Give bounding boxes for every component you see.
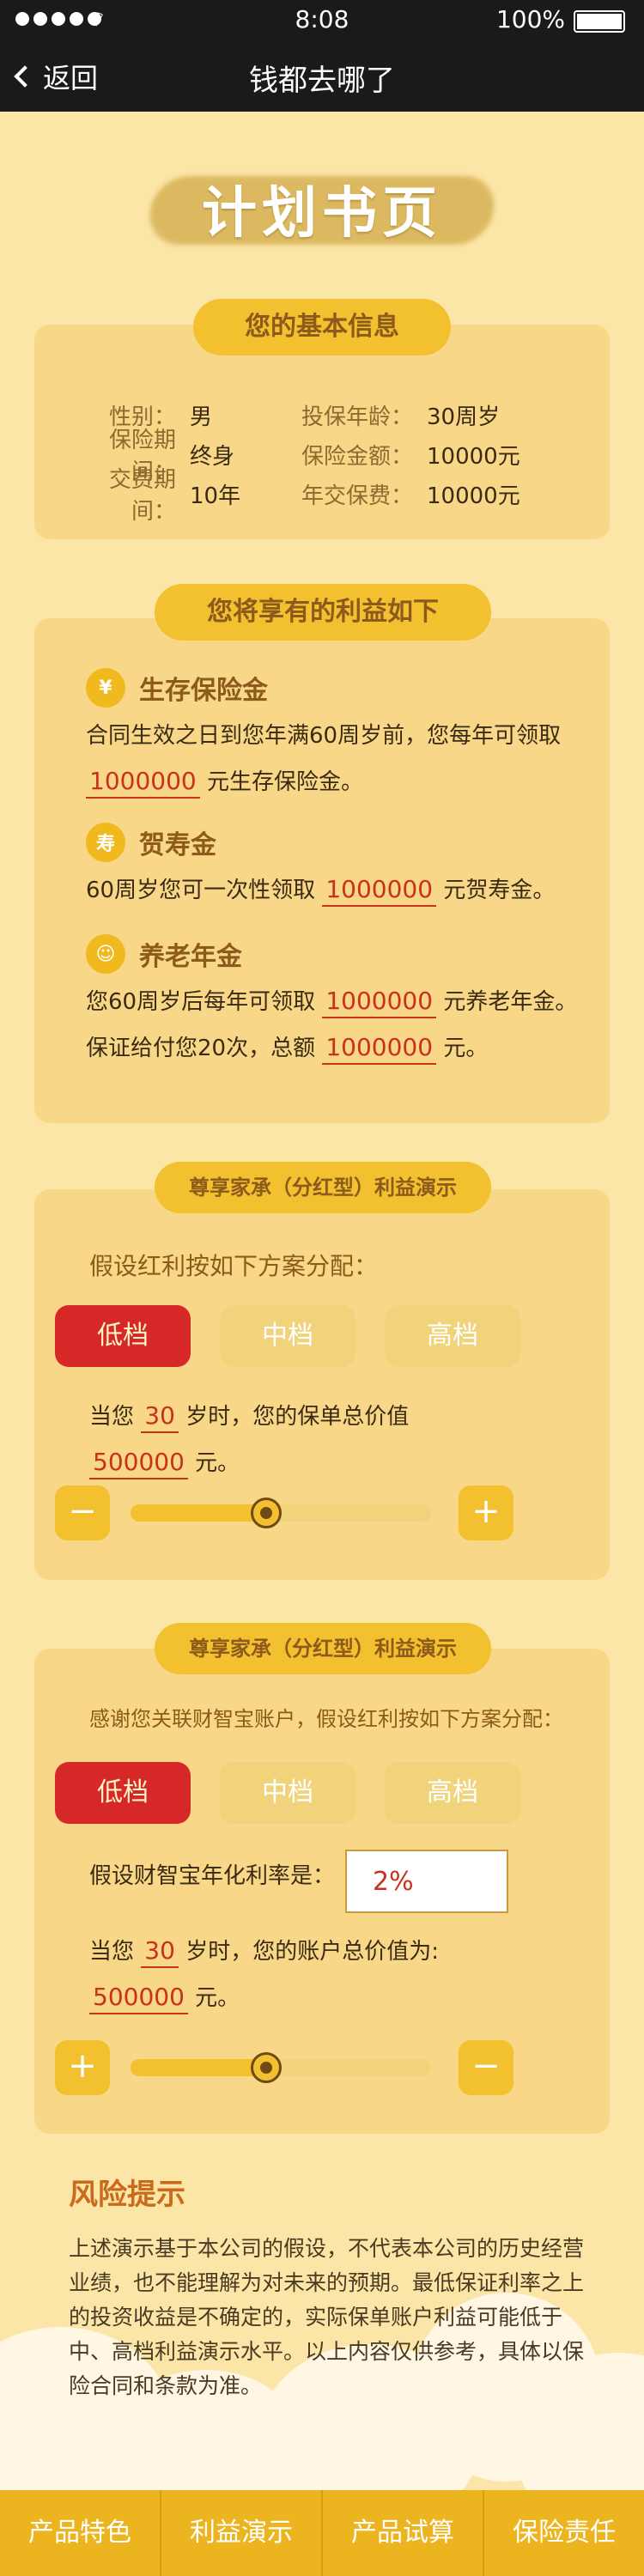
- battery-percent: 100%: [495, 5, 565, 33]
- pension-text-4: 元。: [443, 1036, 489, 1061]
- demo2-total-value: 500000: [89, 1982, 188, 2014]
- demo1-slider-track[interactable]: [131, 1498, 431, 1528]
- demo2-rate-input[interactable]: 2%: [345, 1850, 508, 1913]
- survival-benefit-title: 生存保险金: [139, 676, 268, 706]
- pension-benefit: ☺ 养老年金 您60周岁后每年可领取 1000000 元养老年金。 保证给付您2…: [86, 934, 577, 1072]
- survival-text-2: 元生存保险金。: [206, 769, 363, 795]
- tab-low[interactable]: 低档: [55, 1762, 191, 1824]
- pension-amount: 1000000: [322, 986, 437, 1018]
- demo2-text-b: 岁时，您的账户总价值为:: [185, 1939, 439, 1965]
- dividend-demo-card-1: 假设红利按如下方案分配： 低档 中档 高档 当您 30 岁时，您的保单总价值 5…: [34, 1189, 610, 1580]
- demo2-slider-fill: [131, 2059, 266, 2076]
- gender-value: 男: [190, 404, 213, 430]
- dividend-demo-card-2: 感谢您关联财智宝账户，假设红利按如下方案分配： 低档 中档 高档 假设财智宝年化…: [34, 1649, 610, 2134]
- tab-benefit-demo[interactable]: 利益演示: [161, 2490, 323, 2576]
- longevity-benefit: 寿 贺寿金 60周岁您可一次性领取 1000000 元贺寿金。: [86, 823, 555, 914]
- bottom-tab-bar: 产品特色 利益演示 产品试算 保险责任: [0, 2490, 644, 2576]
- demo2-unit: 元。: [195, 1985, 240, 2011]
- demo2-slider-track[interactable]: [131, 2052, 431, 2083]
- longevity-benefit-title: 贺寿金: [139, 830, 216, 860]
- demo1-plus-button[interactable]: +: [459, 1485, 513, 1540]
- term-value: 终身: [190, 443, 235, 470]
- demo2-slider-thumb[interactable]: [250, 2052, 282, 2083]
- pension-benefit-text: 您60周岁后每年可领取 1000000 元养老年金。 保证给付您20次，总额 1…: [86, 979, 577, 1072]
- longevity-text-1: 60周岁您可一次性领取: [86, 878, 316, 903]
- demo1-age-slider: − +: [55, 1485, 548, 1540]
- demo1-tier-tabs: 低档 中档 高档: [55, 1305, 520, 1367]
- tab-coverage[interactable]: 保险责任: [484, 2490, 644, 2576]
- demo2-rate-label: 假设财智宝年化利率是：: [89, 1863, 336, 1889]
- pension-text-2: 元养老年金。: [443, 989, 578, 1015]
- hero-banner: 计划书页: [142, 159, 502, 253]
- demo1-heading: 尊享家承（分红型）利益演示: [155, 1162, 491, 1213]
- nav-bar: 返回 钱都去哪了: [0, 41, 644, 112]
- demo1-total-value: 500000: [89, 1447, 188, 1479]
- survival-benefit-text: 合同生效之日到您年满60周岁前，您每年可领取 1000000 元生存保险金。: [86, 713, 567, 805]
- demo1-unit: 元。: [195, 1450, 240, 1476]
- tab-high[interactable]: 高档: [385, 1305, 520, 1367]
- risk-notice: 风险提示 上述演示基于本公司的假设，不代表本公司的历史经营业绩，也不能理解为对未…: [69, 2171, 584, 2403]
- sum-insured-value: 10000元: [427, 443, 520, 470]
- yen-shield-icon: ¥: [86, 668, 125, 708]
- age-label: 投保年龄：: [301, 404, 413, 430]
- demo1-text-a: 当您: [89, 1404, 135, 1430]
- benefits-heading: 您将享有的利益如下: [155, 584, 491, 641]
- demo1-prompt: 假设红利按如下方案分配：: [89, 1252, 379, 1280]
- piggy-bank-icon: ☺: [86, 934, 125, 974]
- demo2-text-a: 当您: [89, 1939, 135, 1965]
- basic-info-grid: 性别： 男 投保年龄： 30周岁 保险期间： 终身 保险金额： 10000元 交…: [69, 395, 584, 526]
- pension-total-amount: 1000000: [322, 1032, 437, 1065]
- basic-info-heading: 您的基本信息: [193, 299, 451, 355]
- longevity-amount: 1000000: [322, 874, 437, 907]
- demo1-slider-fill: [131, 1504, 266, 1522]
- demo1-minus-button[interactable]: −: [55, 1485, 110, 1540]
- pension-text-1: 您60周岁后每年可领取: [86, 989, 316, 1015]
- sum-insured-label: 保险金额：: [301, 443, 413, 470]
- age-value: 30周岁: [427, 404, 501, 430]
- demo2-prompt: 感谢您关联财智宝账户，假设红利按如下方案分配：: [89, 1707, 563, 1731]
- demo1-result-text: 当您 30 岁时，您的保单总价值 500000 元。: [89, 1394, 409, 1486]
- tab-product-calculator[interactable]: 产品试算: [323, 2490, 484, 2576]
- hero-title: 计划书页: [202, 181, 442, 246]
- demo1-text-b: 岁时，您的保单总价值: [185, 1404, 410, 1430]
- annual-premium-value: 10000元: [427, 483, 520, 509]
- demo2-age: 30: [141, 1935, 179, 1968]
- survival-text-1: 合同生效之日到您年满60周岁前，您每年可领取: [86, 723, 562, 749]
- longevity-text-2: 元贺寿金。: [443, 878, 556, 903]
- benefits-card: ¥ 生存保险金 合同生效之日到您年满60周岁前，您每年可领取 1000000 元…: [34, 618, 610, 1123]
- tab-mid[interactable]: 中档: [220, 1305, 355, 1367]
- risk-text: 上述演示基于本公司的假设，不代表本公司的历史经营业绩，也不能理解为对未来的预期。…: [69, 2236, 585, 2398]
- page-title: 钱都去哪了: [249, 64, 395, 98]
- longevity-icon: 寿: [86, 823, 125, 862]
- payment-period-label: 交费期间：: [108, 467, 176, 525]
- demo2-age-slider: + −: [55, 2040, 548, 2095]
- demo2-minus-button[interactable]: −: [459, 2040, 513, 2095]
- risk-title: 风险提示: [69, 2178, 185, 2212]
- survival-benefit: ¥ 生存保险金 合同生效之日到您年满60周岁前，您每年可领取 1000000 元…: [86, 668, 567, 805]
- tab-mid[interactable]: 中档: [220, 1762, 355, 1824]
- battery-icon: [574, 10, 625, 33]
- tab-product-features[interactable]: 产品特色: [0, 2490, 161, 2576]
- demo1-age: 30: [141, 1400, 179, 1433]
- demo2-tier-tabs: 低档 中档 高档: [55, 1762, 520, 1824]
- pension-text-3: 保证给付您20次，总额: [86, 1036, 316, 1061]
- tab-low[interactable]: 低档: [55, 1305, 191, 1367]
- annual-premium-label: 年交保费：: [301, 483, 413, 509]
- demo2-result-text: 当您 30 岁时，您的账户总价值为: 500000 元。: [89, 1929, 439, 2021]
- payment-period-value: 10年: [190, 483, 241, 509]
- demo2-heading: 尊享家承（分红型）利益演示: [155, 1623, 491, 1674]
- longevity-benefit-text: 60周岁您可一次性领取 1000000 元贺寿金。: [86, 867, 555, 914]
- demo1-slider-thumb[interactable]: [250, 1498, 282, 1528]
- survival-amount: 1000000: [86, 766, 200, 799]
- status-bar: ⌔ 8:08 100%: [0, 0, 644, 41]
- tab-high[interactable]: 高档: [385, 1762, 520, 1824]
- info-row: 交费期间： 10年 年交保费： 10000元: [69, 467, 584, 525]
- pension-benefit-title: 养老年金: [139, 942, 242, 972]
- demo2-plus-button[interactable]: +: [55, 2040, 110, 2095]
- basic-info-card: 性别： 男 投保年龄： 30周岁 保险期间： 终身 保险金额： 10000元 交…: [34, 325, 610, 539]
